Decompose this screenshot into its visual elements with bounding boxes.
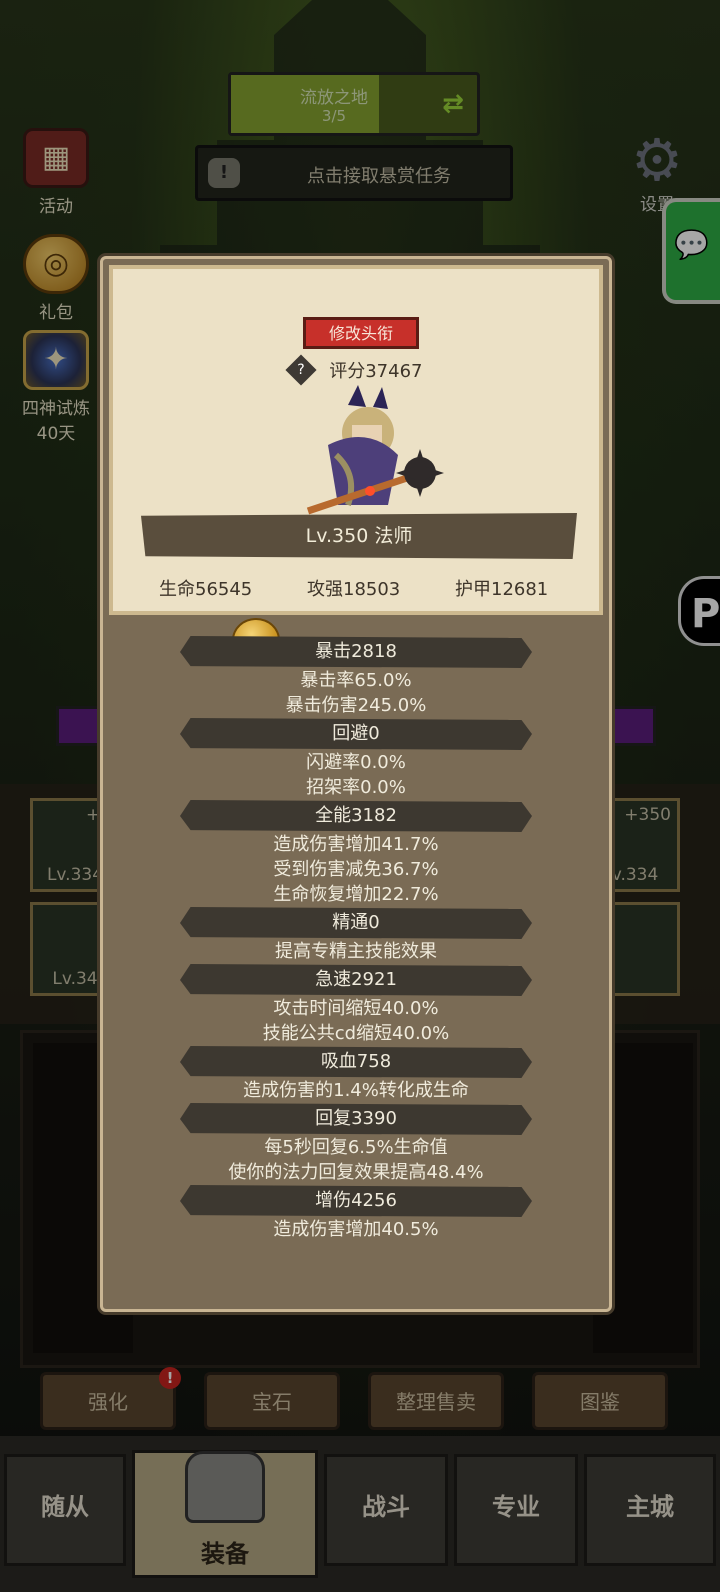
stat-detail: 造成伤害增加40.5%	[273, 1219, 439, 1240]
core-stats: 生命56545 攻强18503 护甲12681	[113, 575, 599, 605]
stat-group: 精通0 提高专精主技能效果	[100, 907, 612, 964]
stat-detail: 暴击率65.0%	[300, 670, 412, 691]
stat-detail: 每5秒回复6.5%生命值	[264, 1137, 448, 1158]
stat-title: 吸血758	[180, 1046, 532, 1078]
stat-detail: 闪避率0.0%	[306, 752, 406, 773]
stat-group: 增伤4256 造成伤害增加40.5%	[100, 1185, 612, 1242]
stat-detail: 受到伤害减免36.7%	[273, 859, 439, 880]
hp-stat: 生命56545	[159, 579, 253, 600]
stat-detail: 提高专精主技能效果	[275, 941, 437, 962]
stat-group: 全能3182 造成伤害增加41.7% 受到伤害减免36.7% 生命恢复增加22.7%	[100, 800, 612, 907]
stat-detail: 暴击伤害245.0%	[285, 695, 427, 716]
stat-detail: 生命恢复增加22.7%	[273, 884, 439, 905]
stat-detail: 使你的法力回复效果提高48.4%	[228, 1162, 484, 1183]
stat-title: 急速2921	[180, 964, 532, 996]
stat-group: 回避0 闪避率0.0% 招架率0.0%	[100, 718, 612, 800]
stat-title: 增伤4256	[180, 1185, 532, 1217]
stat-group: 急速2921 攻击时间缩短40.0% 技能公共cd缩短40.0%	[100, 964, 612, 1046]
hero-portrait	[306, 385, 444, 515]
stat-detail: 技能公共cd缩短40.0%	[262, 1023, 450, 1044]
armor-stat: 护甲12681	[455, 579, 549, 600]
stat-group: 暴击2818 暴击率65.0% 暴击伤害245.0%	[100, 636, 612, 718]
secondary-stats-list: 暴击2818 暴击率65.0% 暴击伤害245.0% 回避0 闪避率0.0% 招架率0.0…	[100, 636, 612, 1242]
stat-detail: 造成伤害的1.4%转化成生命	[243, 1080, 469, 1101]
attack-stat: 攻强18503	[307, 579, 401, 600]
level-class-bar: Lv.350 法师	[141, 513, 577, 559]
stat-detail: 招架率0.0%	[306, 777, 406, 798]
stat-title: 暴击2818	[180, 636, 532, 668]
hero-card: 修改头衔 ? 评分37467 Lv.350 法师 生命56545 攻强18503…	[109, 265, 603, 615]
score-row: ? 评分37467	[113, 354, 599, 386]
stat-detail: 攻击时间缩短40.0%	[273, 998, 439, 1019]
score-text: 评分37467	[329, 361, 423, 382]
stat-title: 全能3182	[180, 800, 532, 832]
stat-title: 精通0	[180, 907, 532, 939]
stat-group: 回复3390 每5秒回复6.5%生命值使你的法力回复效果提高48.4%	[100, 1103, 612, 1185]
stat-group: 吸血758 造成伤害的1.4%转化成生命	[100, 1046, 612, 1103]
stat-title: 回避0	[180, 718, 532, 750]
stat-detail: 造成伤害增加41.7%	[273, 834, 439, 855]
help-icon[interactable]: ?	[284, 354, 317, 386]
change-title-button[interactable]: 修改头衔	[303, 317, 419, 349]
stat-title: 回复3390	[180, 1103, 532, 1135]
